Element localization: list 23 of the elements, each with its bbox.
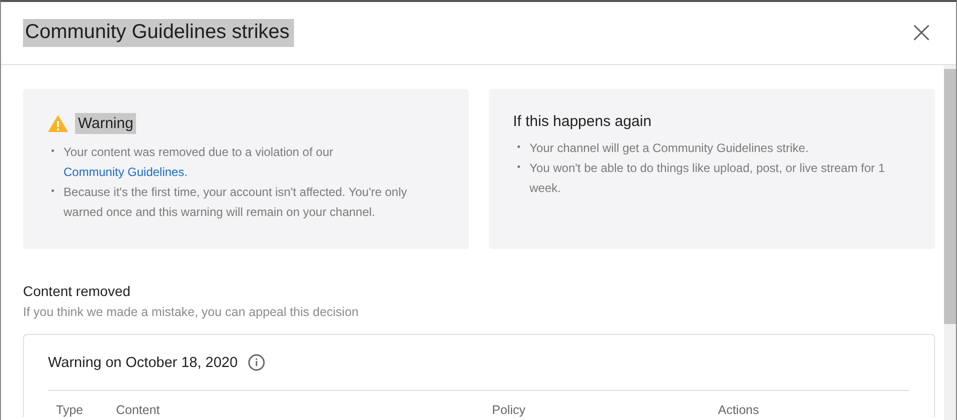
bullet-text: You won't be able to do things like upload, post, or live stream for 1 week. [530, 160, 886, 197]
bullet-marker: • [51, 185, 55, 199]
bullet-text: Because it's the first time, your account isn't affected. You're only warned once and this warning will remain on your channel. [64, 184, 408, 221]
bullet-marker: • [517, 161, 521, 175]
bullet-text: Your channel will get a Community Guidelines strike. [530, 140, 809, 157]
dialog-title: Community Guidelines strikes [23, 19, 294, 47]
bullet-marker: • [51, 145, 55, 159]
column-header: Content [116, 403, 161, 417]
bullet-marker: • [517, 141, 521, 155]
column-header: Type [56, 403, 84, 417]
warning-icon [47, 114, 69, 133]
scrollbar[interactable] [944, 65, 956, 420]
strike-title: Warning on October 18, 2020 [48, 354, 238, 370]
card-title: If this happens again [513, 113, 652, 130]
column-header: Actions [718, 403, 760, 417]
info-icon[interactable] [248, 354, 265, 371]
bullet-text: Your content was removed due to a violation of our Community Guidelines. [64, 144, 334, 181]
section-title: Content removed [23, 283, 132, 299]
card-title: Warning [75, 113, 136, 134]
guidelines-link[interactable]: Community Guidelines. [64, 165, 188, 179]
section-subtitle: If you think we made a mistake, you can appeal this decision [23, 305, 360, 319]
close-button[interactable]: × [908, 18, 934, 48]
column-header: Policy [492, 403, 526, 417]
